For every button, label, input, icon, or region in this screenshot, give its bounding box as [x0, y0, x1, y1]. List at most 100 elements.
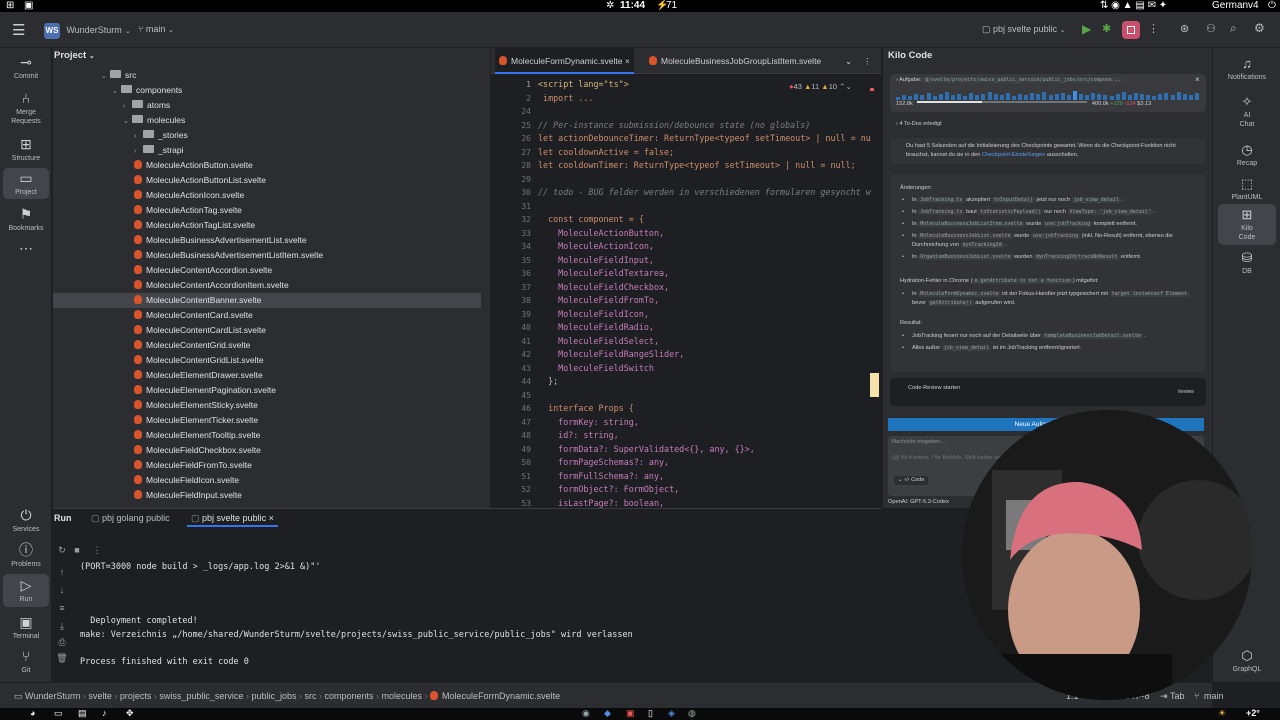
checkpoint-settings-link[interactable]: Checkpoint-Einstellungen	[982, 152, 1045, 158]
chevron-right-icon[interactable]: ›	[134, 144, 143, 159]
network-icon[interactable]: ⇅ ◉ ▲ ▤ ✉ ✦	[1100, 0, 1167, 12]
breadcrumb-item[interactable]: svelte	[88, 691, 112, 701]
debug-icon[interactable]: ✱	[1102, 22, 1111, 35]
launcher-icon[interactable]: ◕	[30, 708, 35, 718]
browser-icon[interactable]: ◆	[604, 708, 611, 719]
tree-folder[interactable]: ⌄ molecules	[53, 113, 481, 128]
close-icon[interactable]: ×	[269, 513, 274, 523]
account-icon[interactable]: ⚇	[1206, 22, 1216, 35]
stop-button[interactable]	[1122, 21, 1140, 39]
project-widget[interactable]: WS WunderSturm ⌄	[44, 22, 131, 39]
tree-file[interactable]: MoleculeContentGrid.svelte	[53, 338, 481, 353]
branch-widget[interactable]: ⑂ main ⌄	[138, 24, 174, 34]
tool-services[interactable]: ⏻ Services	[3, 507, 49, 534]
close-icon[interactable]: ×	[625, 56, 630, 66]
document-icon[interactable]: ▯	[648, 708, 653, 719]
tree-file[interactable]: MoleculeContentGridList.svelte	[53, 353, 481, 368]
indent-setting[interactable]: Tab	[1170, 683, 1185, 709]
app-icon[interactable]: ◉	[582, 708, 590, 719]
editor-tab-active[interactable]: MoleculeFormDynamic.svelte ×	[495, 48, 634, 74]
branch-name[interactable]: main	[1204, 683, 1226, 709]
sound-icon[interactable]: ♪	[102, 708, 107, 718]
tree-file[interactable]: MoleculeActionButtonList.svelte	[53, 173, 481, 188]
tree-folder[interactable]: › _strapi	[53, 143, 481, 158]
close-icon[interactable]: ×	[1195, 75, 1200, 84]
clock[interactable]: 11:44	[620, 0, 645, 12]
tree-file[interactable]: MoleculeFieldIcon.svelte	[53, 473, 481, 488]
tree-file[interactable]: MoleculeElementDrawer.svelte	[53, 368, 481, 383]
tool-run[interactable]: ▷ Run	[3, 574, 49, 607]
chevron-down-icon[interactable]: ⌄	[101, 69, 110, 84]
chevron-down-icon[interactable]: ⌄	[123, 114, 132, 129]
tool-problems[interactable]: ⓘ Problems	[3, 542, 49, 569]
model-label[interactable]: OpenAI: GPT-5.3-Codex	[888, 498, 949, 507]
mode-selector[interactable]: ⌄ ‹/› Code	[894, 476, 929, 485]
search-icon[interactable]: ⌕	[1230, 21, 1237, 36]
breadcrumb-item[interactable]: public_jobs	[251, 691, 296, 701]
tree-file[interactable]: MoleculeContentBanner.svelte	[53, 293, 481, 308]
tree-folder[interactable]: ⌄ src	[53, 68, 481, 83]
breadcrumb-item[interactable]: MoleculeFormDynamic.svelte	[442, 691, 560, 701]
tree-file[interactable]: MoleculeActionTagList.svelte	[53, 218, 481, 233]
power-icon[interactable]: ⏻	[1268, 0, 1276, 12]
keyboard-layout[interactable]: German	[1212, 0, 1248, 12]
breadcrumb-item[interactable]: WunderSturm	[25, 691, 80, 701]
chevron-right-icon[interactable]: ›	[123, 99, 132, 114]
tree-file[interactable]: MoleculeActionButton.svelte	[53, 158, 481, 173]
tool-recap[interactable]: ◷ Recap	[1218, 142, 1276, 168]
tree-file[interactable]: MoleculeFieldCheckbox.svelte	[53, 443, 481, 458]
run-icon[interactable]: ▶	[1082, 22, 1091, 36]
tree-file[interactable]: MoleculeActionTag.svelte	[53, 203, 481, 218]
chevron-down-icon[interactable]: ⌄	[112, 84, 121, 99]
breadcrumb-item[interactable]: molecules	[382, 691, 423, 701]
breadcrumb-item[interactable]: swiss_public_service	[159, 691, 243, 701]
run-tab[interactable]: ▢ pbj golang public	[87, 509, 174, 527]
tree-file[interactable]: MoleculeContentAccordionItem.svelte	[53, 278, 481, 293]
task-header[interactable]: › Aufgabe: @/svelte/projects/swiss_publi…	[890, 74, 1206, 112]
tool-structure[interactable]: ⊞ Structure	[3, 136, 49, 163]
editor-tab[interactable]: MoleculeBusinessJobGroupListItem.svelte	[645, 48, 825, 74]
chat-icon[interactable]: ◈	[668, 708, 675, 719]
tool-notifications[interactable]: ♫ Notifications	[1218, 56, 1276, 82]
tree-file[interactable]: MoleculeElementTooltip.svelte	[53, 428, 481, 443]
panel-title[interactable]: Project ⌄	[54, 50, 95, 61]
tool-project[interactable]: ▭ Project	[3, 168, 49, 199]
chevron-right-icon[interactable]: ›	[134, 129, 143, 144]
tool-commit[interactable]: ⊸ Commit	[3, 54, 49, 81]
tool-graphql[interactable]: ⬡ GraphQL	[1218, 648, 1276, 674]
code-area[interactable]: <script lang="ts"> import ... // Per-inst…	[491, 74, 871, 508]
tool-kilo-code[interactable]: ⊞ Kilo Code	[1218, 204, 1276, 245]
tree-file[interactable]: MoleculeContentCard.svelte	[53, 308, 481, 323]
tree-file[interactable]: MoleculeFieldInput.svelte	[53, 488, 481, 503]
files-icon[interactable]: ▤	[78, 708, 87, 719]
tree-file[interactable]: MoleculeContentCardList.svelte	[53, 323, 481, 338]
tree-folder[interactable]: ⌄ components	[53, 83, 481, 98]
tree-file[interactable]: MoleculeActionIcon.svelte	[53, 188, 481, 203]
stop-icon[interactable]: ■	[71, 545, 83, 555]
ide-icon[interactable]: ▣	[626, 708, 635, 719]
tree-file[interactable]: MoleculeBusinessAdvertisementList.svelte	[53, 233, 481, 248]
more-actions-icon[interactable]: ⋮	[1148, 22, 1159, 35]
tree-folder[interactable]: › _stories	[53, 128, 481, 143]
tree-file[interactable]: MoleculeContentAccordion.svelte	[53, 263, 481, 278]
console-output[interactable]: (PORT=3000 node build > _logs/app.log 2>…	[53, 561, 881, 681]
tool-bookmarks[interactable]: ⚑ Bookmarks	[3, 206, 49, 233]
tool-merge-requests[interactable]: ⑃ Merge Requests	[3, 90, 49, 126]
rerun-icon[interactable]: ↻	[56, 545, 68, 556]
tool-db[interactable]: ⛁ DB	[1218, 250, 1276, 276]
more-icon[interactable]: ⋮	[91, 545, 103, 556]
tool-plantuml[interactable]: ⬚ PlantUML	[1218, 176, 1276, 202]
tree-file[interactable]: MoleculeBusinessAdvertisementListItem.sv…	[53, 248, 481, 263]
tree-file[interactable]: MoleculeElementPagination.svelte	[53, 383, 481, 398]
activities-icon[interactable]: ⊞	[6, 0, 14, 12]
breadcrumb-item[interactable]: components	[324, 691, 373, 701]
more-icon[interactable]: ⋮	[863, 48, 872, 74]
tree-file[interactable]: MoleculeElementTicker.svelte	[53, 413, 481, 428]
settings-icon[interactable]: ⚙	[1254, 21, 1265, 35]
run-tab-active[interactable]: ▢ pbj svelte public ×	[187, 509, 278, 527]
tabs-dropdown-icon[interactable]: ⌄	[845, 48, 852, 74]
tree-file[interactable]: MoleculeElementSticky.svelte	[53, 398, 481, 413]
ai-assistant-icon[interactable]: ⊛	[1180, 22, 1189, 35]
tool-ai-chat[interactable]: ✧ AI Chat	[1218, 94, 1276, 129]
tree-folder[interactable]: › atoms	[53, 98, 481, 113]
